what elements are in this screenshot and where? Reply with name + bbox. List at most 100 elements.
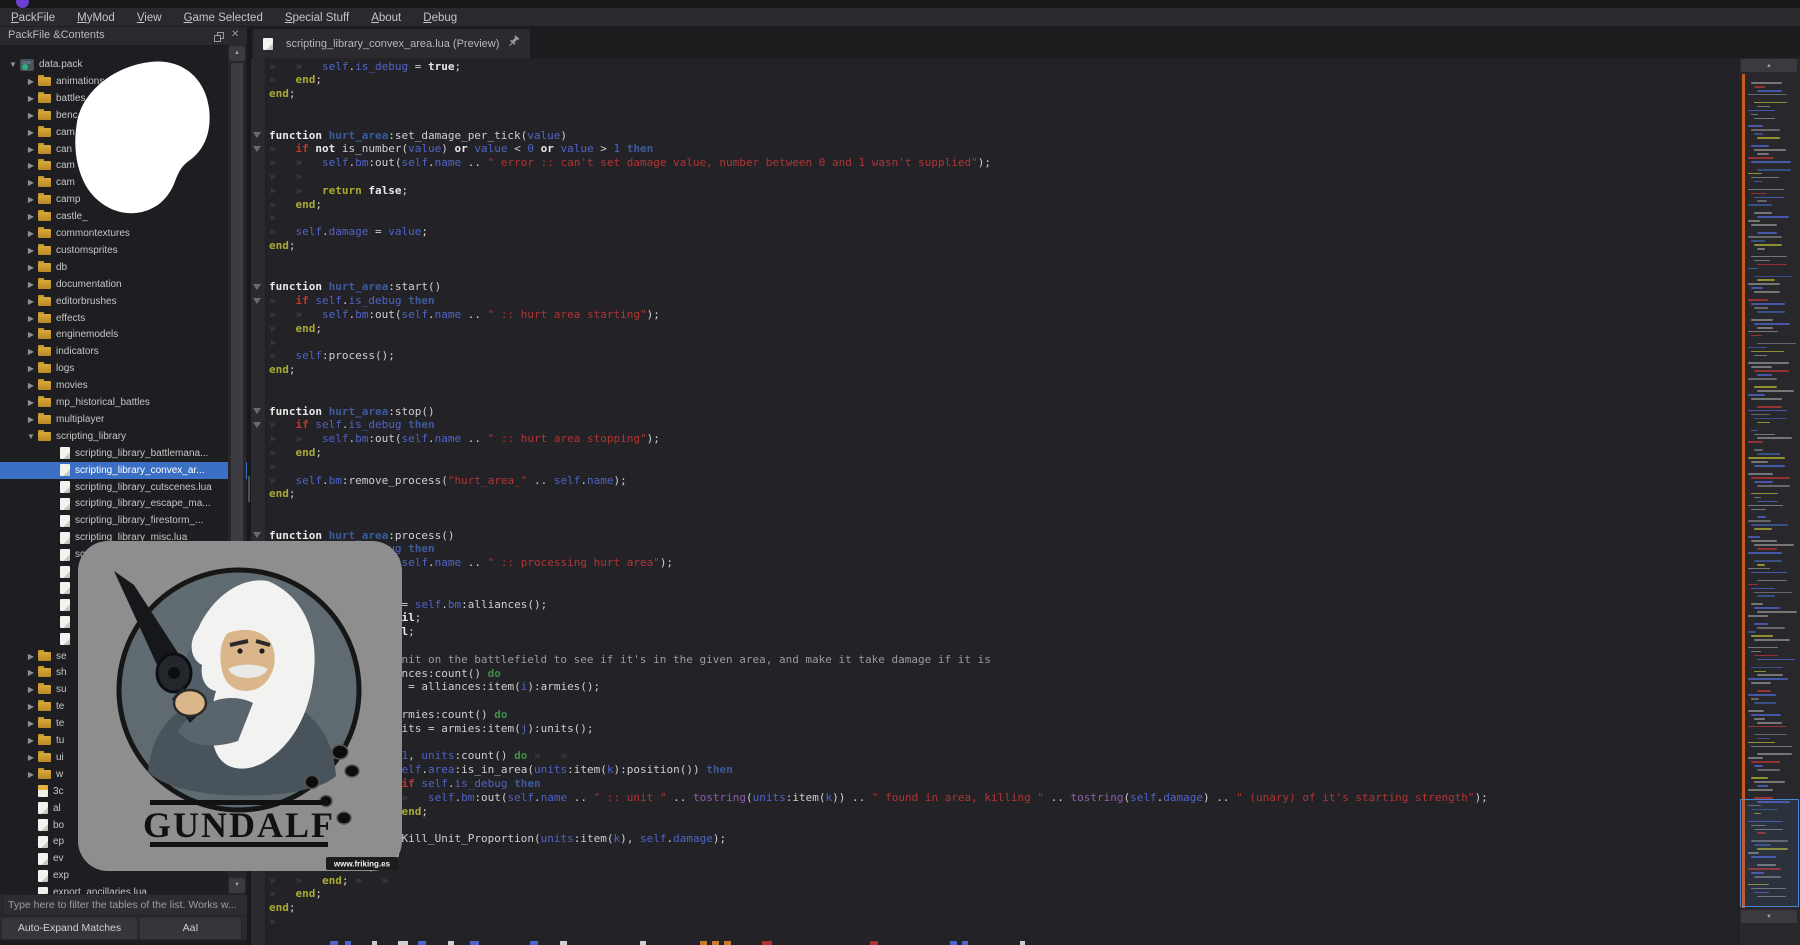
menu-view[interactable]: View (126, 10, 173, 24)
tree-row-movies[interactable]: ▶movies (0, 377, 247, 394)
file-icon (60, 566, 70, 578)
tree-row-indicators[interactable]: ▶indicators (0, 343, 247, 360)
file-icon (60, 447, 70, 459)
fold-marker-icon[interactable] (253, 422, 261, 428)
tree-row-enginemodels[interactable]: ▶enginemodels (0, 326, 247, 343)
tree-row-label: se (56, 651, 67, 662)
chevron-right-icon[interactable]: ▶ (24, 736, 38, 745)
file-icon (38, 887, 48, 894)
chevron-right-icon[interactable]: ▶ (24, 398, 38, 407)
tab-convex-area-preview[interactable]: scripting_library_convex_area.lua (Previ… (253, 29, 530, 58)
chevron-right-icon[interactable]: ▶ (24, 145, 38, 154)
menu-about[interactable]: About (360, 10, 412, 24)
chevron-right-icon[interactable]: ▶ (24, 770, 38, 779)
tree-row-effects[interactable]: ▶effects (0, 310, 247, 327)
tree-row-scripting-library-battlemana-[interactable]: scripting_library_battlemana... (0, 445, 247, 462)
tree-row-editorbrushes[interactable]: ▶ editorbrushes (0, 293, 247, 310)
fold-marker-icon[interactable] (253, 532, 261, 538)
chevron-right-icon[interactable]: ▶ (24, 314, 38, 323)
chevron-down-icon[interactable]: ▼ (24, 432, 38, 441)
tree-row-scripting-library-firestorm-[interactable]: scripting_library_firestorm_... (0, 512, 247, 529)
tree-row-multiplayer[interactable]: ▶multiplayer (0, 411, 247, 428)
tree-row-label: export_ancillaries.lua (53, 887, 147, 894)
tree-row-label: al (53, 803, 61, 814)
tree-row-customsprites[interactable]: ▶customsprites (0, 242, 247, 259)
fold-marker-icon[interactable] (253, 132, 261, 138)
tree-row-label: te (56, 701, 64, 712)
tree-row-scripting-library[interactable]: ▼ scripting_library (0, 428, 247, 445)
fold-marker-icon[interactable] (253, 408, 261, 414)
auto-expand-matches-button[interactable]: Auto-Expand Matches (2, 918, 137, 939)
chevron-right-icon[interactable]: ▶ (24, 652, 38, 661)
chevron-right-icon[interactable]: ▶ (24, 719, 38, 728)
chevron-right-icon[interactable]: ▶ (24, 178, 38, 187)
scroll-down-icon[interactable]: ▼ (229, 878, 245, 893)
dock-header: PackFile &Contents ✕ (0, 27, 247, 45)
menu-packfile[interactable]: PackFile (0, 10, 66, 24)
tree-row-export-ancillaries-lua[interactable]: export_ancillaries.lua (0, 884, 247, 894)
chevron-right-icon[interactable]: ▶ (24, 195, 38, 204)
chevron-right-icon[interactable]: ▶ (24, 246, 38, 255)
fold-marker-icon[interactable] (253, 298, 261, 304)
chevron-right-icon[interactable]: ▶ (24, 212, 38, 221)
file-icon (60, 633, 70, 645)
tree-row-db[interactable]: ▶db (0, 259, 247, 276)
window-titlebar (0, 0, 1800, 8)
tree-row-documentation[interactable]: ▶documentation (0, 276, 247, 293)
fold-marker-icon[interactable] (253, 146, 261, 152)
close-panel-icon[interactable]: ✕ (231, 29, 244, 41)
file-icon (60, 532, 70, 544)
chevron-right-icon[interactable]: ▶ (24, 263, 38, 272)
tree-row-label: scripting_library_convex_ar... (75, 465, 205, 476)
folder-icon (38, 212, 51, 221)
chevron-right-icon[interactable]: ▶ (24, 330, 38, 339)
app-icon (16, 0, 29, 8)
file-icon (60, 549, 70, 561)
menu-special-stuff[interactable]: Special Stuff (274, 10, 360, 24)
tree-row-label: editorbrushes (56, 296, 117, 307)
pin-icon[interactable] (507, 35, 520, 53)
folder-icon (38, 280, 51, 289)
minimap[interactable]: ▲ ▼ (1738, 58, 1800, 945)
chevron-right-icon[interactable]: ▶ (24, 347, 38, 356)
chevron-right-icon[interactable]: ▶ (24, 702, 38, 711)
tree-row-label: scripting_library (56, 431, 126, 442)
tree-filter-input[interactable] (2, 894, 253, 916)
tree-row-commontextures[interactable]: ▶commontextures (0, 225, 247, 242)
folder-icon (38, 128, 51, 137)
tree-row-scripting-library-escape-ma-[interactable]: scripting_library_escape_ma... (0, 495, 247, 512)
case-sensitive-button[interactable]: AaI (140, 918, 241, 939)
tree-row-scripting-library-convex-ar-[interactable]: scripting_library_convex_ar... (0, 462, 247, 479)
chevron-right-icon[interactable]: ▶ (24, 668, 38, 677)
tree-row-scripting-library-cutscenes-lua[interactable]: scripting_library_cutscenes.lua (0, 479, 247, 496)
code-lines: » » self.is_debug = true;» end;end;funct… (269, 60, 1488, 929)
chevron-right-icon[interactable]: ▶ (24, 297, 38, 306)
menu-debug[interactable]: Debug (412, 10, 468, 24)
chevron-right-icon[interactable]: ▶ (24, 364, 38, 373)
fold-marker-icon[interactable] (253, 284, 261, 290)
splitter-handle[interactable] (248, 476, 250, 502)
minimap-scroll-down-icon[interactable]: ▼ (1741, 910, 1797, 923)
chevron-right-icon[interactable]: ▶ (24, 280, 38, 289)
chevron-right-icon[interactable]: ▶ (24, 753, 38, 762)
chevron-right-icon[interactable]: ▶ (24, 229, 38, 238)
scroll-up-icon[interactable]: ▲ (229, 46, 245, 61)
minimap-scroll-up-icon[interactable]: ▲ (1741, 59, 1797, 72)
code-editor[interactable]: » » self.is_debug = true;» end;end;funct… (251, 58, 1738, 945)
tree-row-label: tu (56, 735, 64, 746)
chevron-right-icon[interactable]: ▶ (24, 161, 38, 170)
minimap-viewport[interactable] (1740, 799, 1799, 907)
chevron-right-icon[interactable]: ▶ (24, 685, 38, 694)
chevron-right-icon[interactable]: ▶ (24, 94, 38, 103)
chevron-down-icon[interactable]: ▼ (6, 60, 20, 69)
tree-row-logs[interactable]: ▶logs (0, 360, 247, 377)
chevron-right-icon[interactable]: ▶ (24, 128, 38, 137)
menu-mymod[interactable]: MyMod (66, 10, 126, 24)
chevron-right-icon[interactable]: ▶ (24, 415, 38, 424)
chevron-right-icon[interactable]: ▶ (24, 111, 38, 120)
chevron-right-icon[interactable]: ▶ (24, 381, 38, 390)
chevron-right-icon[interactable]: ▶ (24, 77, 38, 86)
menu-game-selected[interactable]: Game Selected (173, 10, 274, 24)
tree-row-mp-historical-battles[interactable]: ▶mp_historical_battles (0, 394, 247, 411)
float-panel-icon[interactable] (214, 30, 227, 42)
